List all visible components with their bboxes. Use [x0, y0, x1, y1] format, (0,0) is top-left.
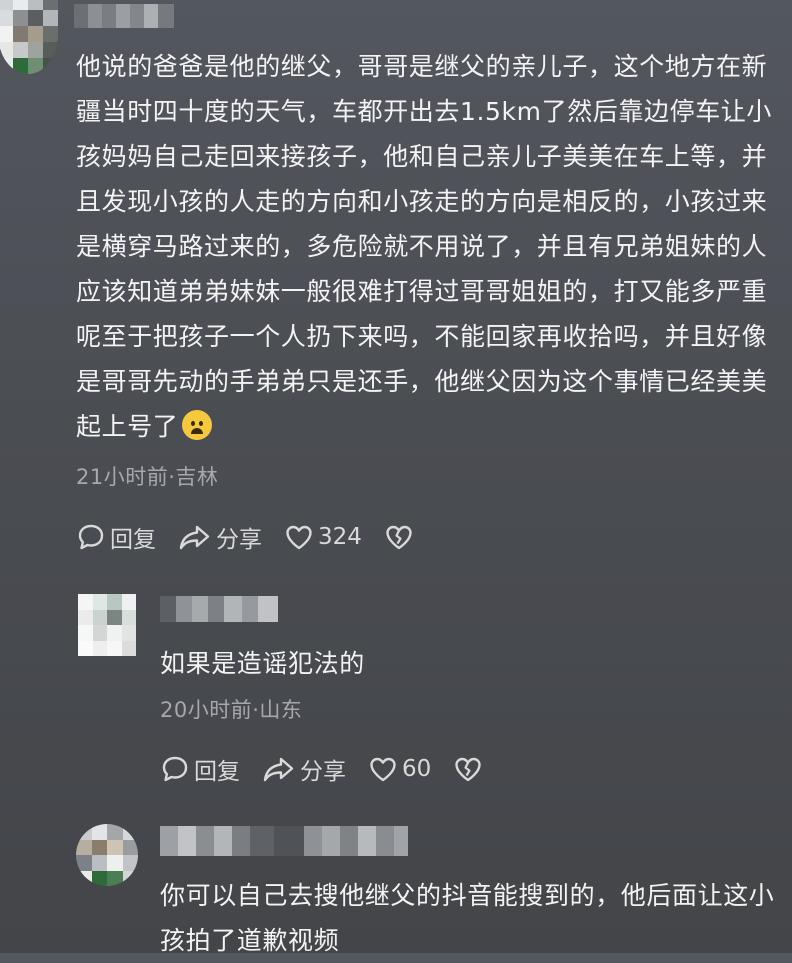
comment-actions: 回复 分享 324: [76, 520, 440, 554]
worried-face-icon: [182, 410, 213, 440]
share-arrow-icon: [263, 757, 294, 782]
reply-actions: 回复 分享 60: [160, 752, 509, 786]
reply-text: 你可以自己去搜他继父的抖音能搜到的，他后面让这小孩拍了道歉视频: [160, 881, 775, 955]
username-blurred[interactable]: [160, 596, 278, 622]
heart-icon: [286, 525, 312, 550]
reply-bubble-icon: [78, 524, 104, 550]
reply-button[interactable]: 回复: [76, 520, 156, 554]
share-label: 分享: [216, 527, 262, 553]
like-button[interactable]: 324: [284, 522, 362, 552]
share-arrow-icon: [179, 525, 210, 550]
broken-heart-icon: [386, 525, 412, 550]
dislike-button[interactable]: [384, 522, 418, 552]
username-blurred[interactable]: [160, 826, 432, 856]
comment-text: 他说的爸爸是他的继父，哥哥是继父的亲儿子，这个地方在新疆当时四十度的天气，车都开…: [76, 52, 772, 441]
reply-text: 如果是造谣犯法的: [160, 649, 365, 678]
comment-timestamp-location: 21小时前·吉林: [76, 465, 219, 489]
broken-heart-icon: [455, 757, 481, 782]
heart-icon: [370, 757, 396, 782]
like-count: 60: [402, 756, 432, 782]
like-count: 324: [318, 524, 362, 550]
share-button[interactable]: 分享: [262, 752, 346, 786]
share-label: 分享: [300, 759, 346, 785]
avatar[interactable]: [78, 594, 136, 656]
reply-label: 回复: [194, 759, 240, 785]
like-button[interactable]: 60: [368, 754, 431, 784]
username-blurred[interactable]: [74, 4, 174, 28]
share-button[interactable]: 分享: [178, 520, 262, 554]
avatar[interactable]: [76, 824, 138, 886]
avatar[interactable]: [0, 0, 58, 74]
reply-label: 回复: [110, 527, 156, 553]
reply-timestamp-location: 20小时前·山东: [160, 698, 303, 722]
dislike-button[interactable]: [453, 754, 487, 784]
reply-button[interactable]: 回复: [160, 752, 240, 786]
reply-bubble-icon: [162, 756, 188, 782]
